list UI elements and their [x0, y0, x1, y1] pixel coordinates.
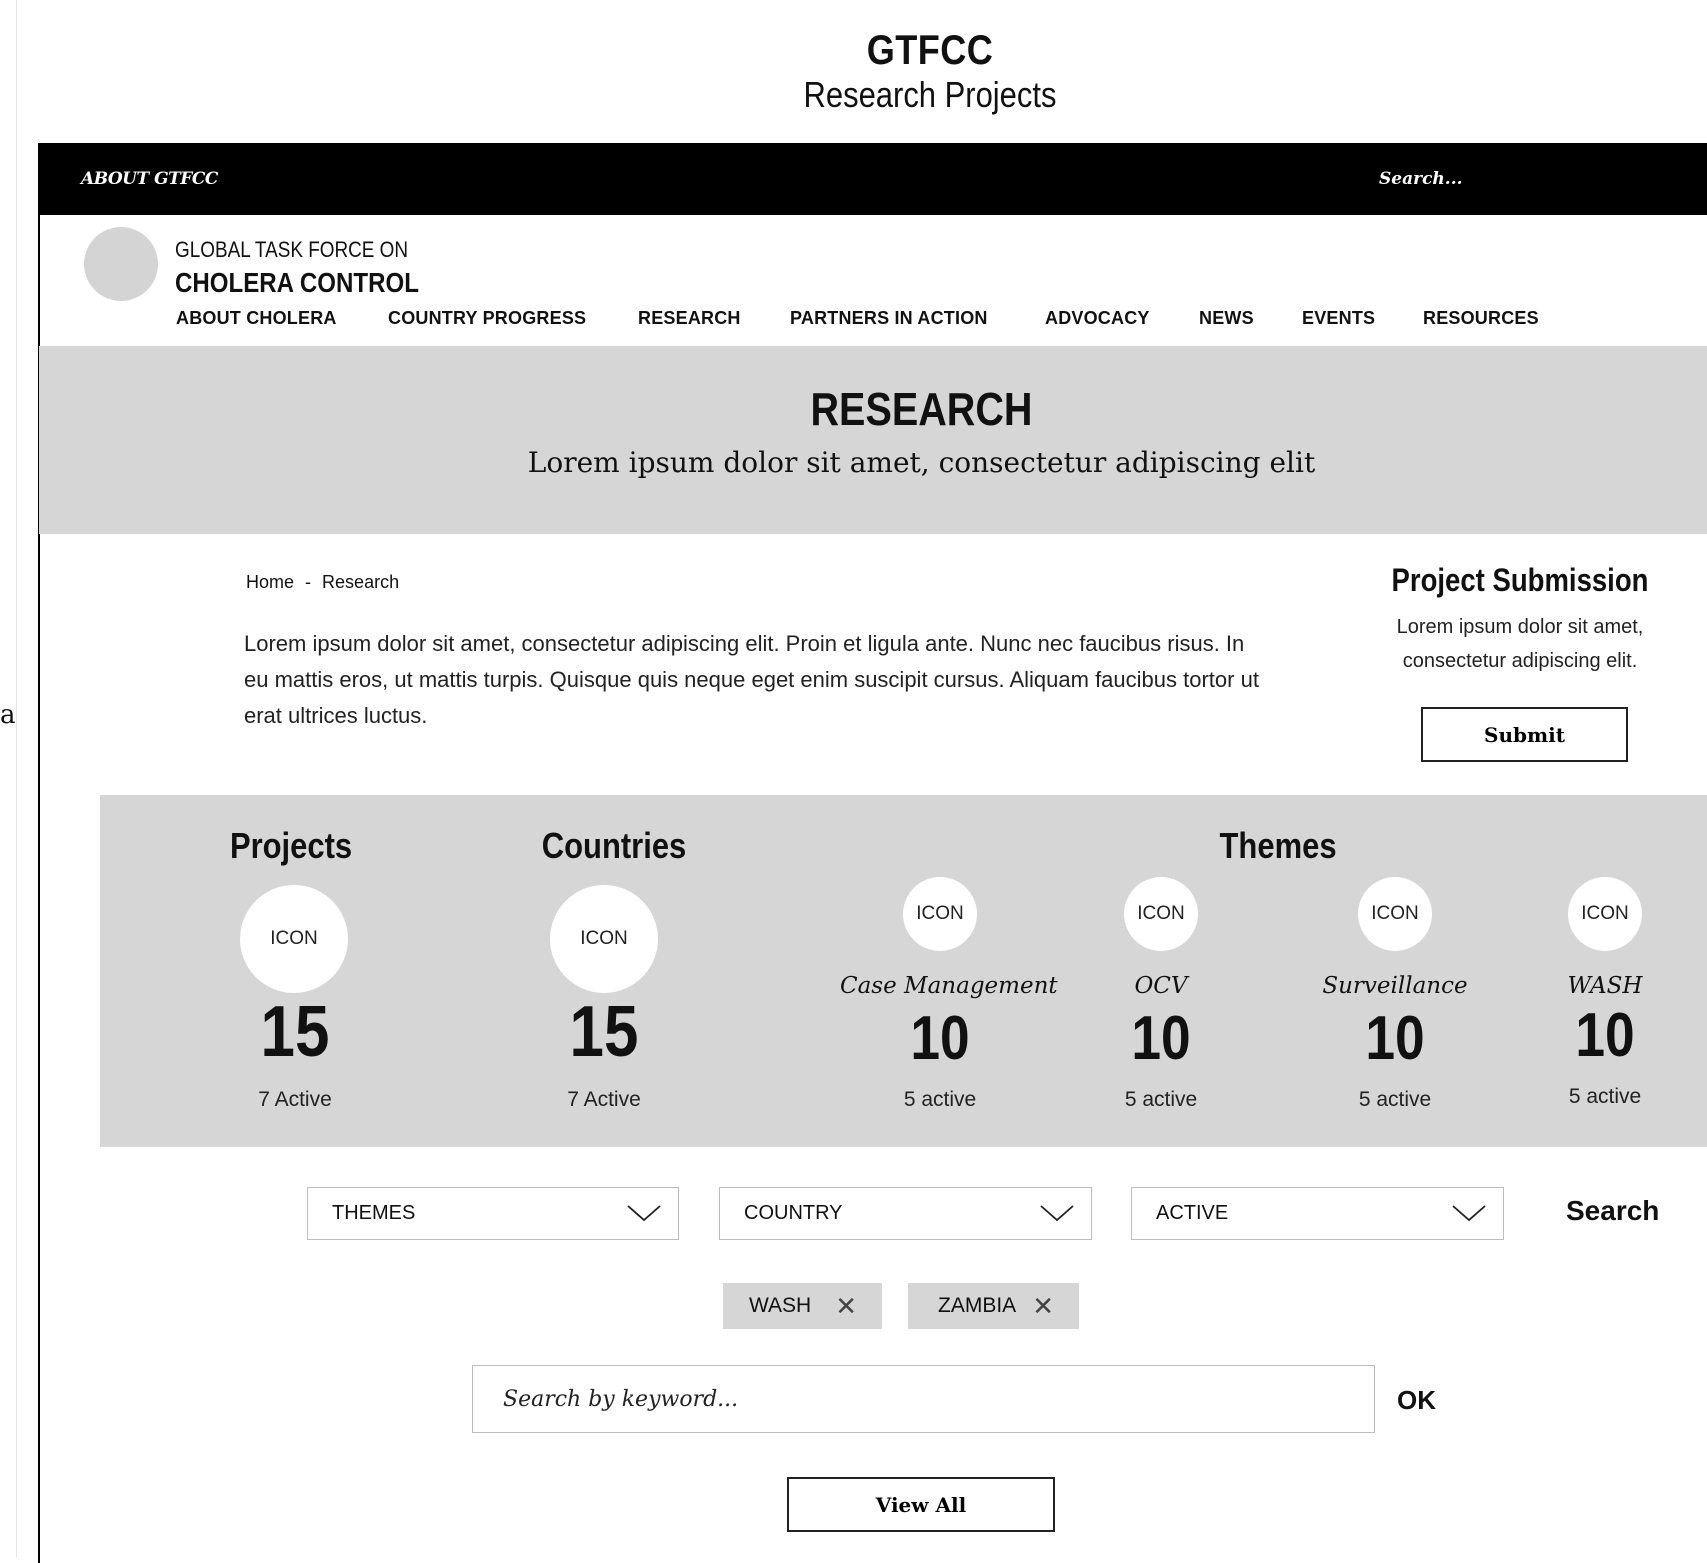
theme-surveillance-count: 10: [1365, 1004, 1425, 1073]
theme-case-management-name: Case Management: [840, 973, 1058, 999]
theme-ocv-active: 5 active: [1124, 1088, 1198, 1111]
filter-chip-label: WASH: [749, 1294, 812, 1317]
stats-panel: Projects ICON 15 7 Active Countries ICON…: [100, 795, 1707, 1147]
logo[interactable]: [84, 227, 158, 301]
nav-item-resources[interactable]: RESOURCES: [1423, 308, 1539, 329]
project-submission-text: Lorem ipsum dolor sit amet, consectetur …: [1396, 616, 1644, 672]
theme-ocv-name: OCV: [1134, 973, 1188, 999]
close-icon[interactable]: ✕: [835, 1291, 857, 1322]
chevron-down-icon: [1452, 1205, 1486, 1222]
countries-active: 7 Active: [567, 1088, 641, 1111]
submit-button[interactable]: Submit: [1421, 707, 1628, 762]
filter-chip-zambia[interactable]: ZAMBIA ✕: [908, 1283, 1079, 1329]
breadcrumb-separator: -: [305, 572, 312, 592]
active-dropdown[interactable]: ACTIVE: [1131, 1187, 1504, 1240]
project-submission-title: Project Submission: [1391, 562, 1649, 598]
nav-item-advocacy[interactable]: ADVOCACY: [1045, 308, 1150, 329]
themes-dropdown[interactable]: THEMES: [307, 1187, 679, 1240]
country-dropdown-label: COUNTRY: [744, 1202, 843, 1224]
theme-ocv-count: 10: [1131, 1004, 1191, 1073]
close-icon[interactable]: ✕: [1032, 1291, 1054, 1322]
theme-surveillance-icon: ICON: [1358, 877, 1432, 951]
nav-item-partners-in-action[interactable]: PARTNERS IN ACTION: [790, 308, 988, 329]
top-search-field[interactable]: Search...: [1379, 169, 1463, 189]
chevron-down-icon: [627, 1205, 661, 1222]
hero-subtitle: Lorem ipsum dolor sit amet, consectetur …: [527, 446, 1316, 479]
stray-text: a: [0, 700, 16, 730]
country-dropdown[interactable]: COUNTRY: [719, 1187, 1092, 1240]
keyword-search-box: [472, 1365, 1375, 1433]
projects-count: 15: [260, 992, 330, 1072]
theme-case-management-icon: ICON: [903, 877, 977, 951]
hero-banner: RESEARCH Lorem ipsum dolor sit amet, con…: [39, 346, 1707, 534]
themes-heading: Themes: [1219, 825, 1337, 866]
theme-ocv-icon: ICON: [1124, 877, 1198, 951]
theme-wash-name: WASH: [1567, 973, 1643, 999]
document-subtitle: Research Projects: [803, 74, 1057, 115]
theme-surveillance-name: Surveillance: [1322, 973, 1468, 999]
search-button[interactable]: Search: [1566, 1195, 1659, 1227]
projects-heading: Projects: [229, 825, 353, 866]
theme-wash-active: 5 active: [1568, 1085, 1642, 1108]
nav-item-news[interactable]: NEWS: [1199, 308, 1254, 329]
theme-wash-count: 10: [1575, 1001, 1635, 1070]
theme-case-management-count: 10: [910, 1004, 970, 1073]
org-name-line2: CHOLERA CONTROL: [175, 267, 419, 298]
projects-active: 7 Active: [258, 1088, 332, 1111]
keyword-search-input[interactable]: [501, 1366, 1365, 1432]
countries-icon: ICON: [550, 885, 658, 993]
theme-case-management-active: 5 active: [903, 1088, 977, 1111]
theme-surveillance-active: 5 active: [1358, 1088, 1432, 1111]
hero-title: RESEARCH: [810, 383, 1033, 435]
projects-icon: ICON: [240, 885, 348, 993]
filter-chip-label: ZAMBIA: [938, 1294, 1017, 1317]
chevron-down-icon: [1040, 1205, 1074, 1222]
ok-button[interactable]: OK: [1397, 1385, 1436, 1416]
view-all-button[interactable]: View All: [787, 1477, 1055, 1532]
left-border: [16, 0, 17, 1557]
document-title: GTFCC: [866, 26, 994, 73]
breadcrumb: Home - Research: [246, 572, 399, 593]
active-dropdown-label: ACTIVE: [1156, 1202, 1229, 1224]
filter-chip-wash[interactable]: WASH ✕: [723, 1283, 882, 1329]
org-name-line1: GLOBAL TASK FORCE ON: [175, 237, 409, 262]
theme-wash-icon: ICON: [1568, 877, 1642, 951]
countries-heading: Countries: [541, 825, 687, 866]
nav-item-research[interactable]: RESEARCH: [638, 308, 741, 329]
nav-item-country-progress[interactable]: COUNTRY PROGRESS: [388, 308, 586, 329]
countries-count: 15: [569, 992, 639, 1072]
top-bar: ABOUT GTFCC Search...: [39, 143, 1707, 215]
intro-text: Lorem ipsum dolor sit amet, consectetur …: [244, 631, 1259, 728]
about-gtfcc-link[interactable]: ABOUT GTFCC: [81, 169, 218, 189]
nav-item-about-cholera[interactable]: ABOUT CHOLERA: [176, 308, 337, 329]
breadcrumb-home[interactable]: Home: [246, 572, 294, 592]
nav-item-events[interactable]: EVENTS: [1302, 308, 1375, 329]
breadcrumb-current: Research: [322, 572, 400, 592]
themes-dropdown-label: THEMES: [332, 1202, 416, 1224]
